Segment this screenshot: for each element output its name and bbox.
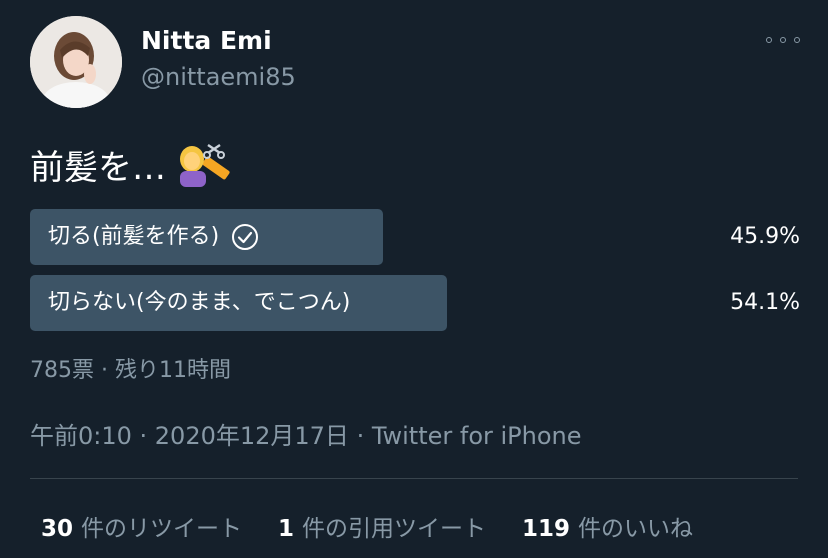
likes-label: 件のいいね <box>578 516 694 542</box>
dot <box>766 37 772 43</box>
tweet-text: 前髪を… <box>30 148 166 188</box>
tweet-stats: 30 件のリツイート 1 件の引用ツイート 119 件のいいね <box>41 509 729 543</box>
poll-option-2: 切らない(今のまま、でこつん) 54.1% <box>30 275 800 331</box>
poll-option-percent: 45.9% <box>730 224 800 249</box>
user-handle[interactable]: @nittaemi85 <box>141 63 296 91</box>
poll-option-text: 切らない(今のまま、でこつん) <box>48 290 351 315</box>
quotes-label: 件の引用ツイート <box>302 516 487 542</box>
poll-option-text: 切る(前髪を作る) <box>48 224 220 249</box>
more-options-icon[interactable] <box>766 30 800 50</box>
quotes-stat[interactable]: 1 件の引用ツイート <box>278 509 486 543</box>
retweets-label: 件のリツイート <box>81 516 243 542</box>
avatar-image <box>30 16 122 108</box>
poll-option-percent: 54.1% <box>730 290 800 315</box>
divider <box>30 478 798 479</box>
likes-stat[interactable]: 119 件のいいね <box>522 509 693 543</box>
tweet-timestamp[interactable]: 午前0:10 · 2020年12月17日 · Twitter for iPhon… <box>30 416 582 451</box>
poll-meta: 785票 · 残り11時間 <box>30 358 231 383</box>
dot <box>780 37 786 43</box>
poll-option-1: 切る(前髪を作る) 45.9% <box>30 209 800 265</box>
tweet-text-container: 前髪を… <box>30 140 232 189</box>
avatar[interactable] <box>30 16 122 108</box>
poll-option-label: 切る(前髪を作る) <box>48 209 259 265</box>
retweets-count: 30 <box>41 516 74 542</box>
likes-count: 119 <box>522 516 571 542</box>
retweets-stat[interactable]: 30 件のリツイート <box>41 509 242 543</box>
person-getting-haircut-icon <box>180 143 230 187</box>
user-name[interactable]: Nitta Emi <box>141 26 272 55</box>
check-circle-icon <box>232 224 259 250</box>
dot <box>794 37 800 43</box>
quotes-count: 1 <box>278 516 295 542</box>
poll-option-label: 切らない(今のまま、でこつん) <box>48 275 350 331</box>
